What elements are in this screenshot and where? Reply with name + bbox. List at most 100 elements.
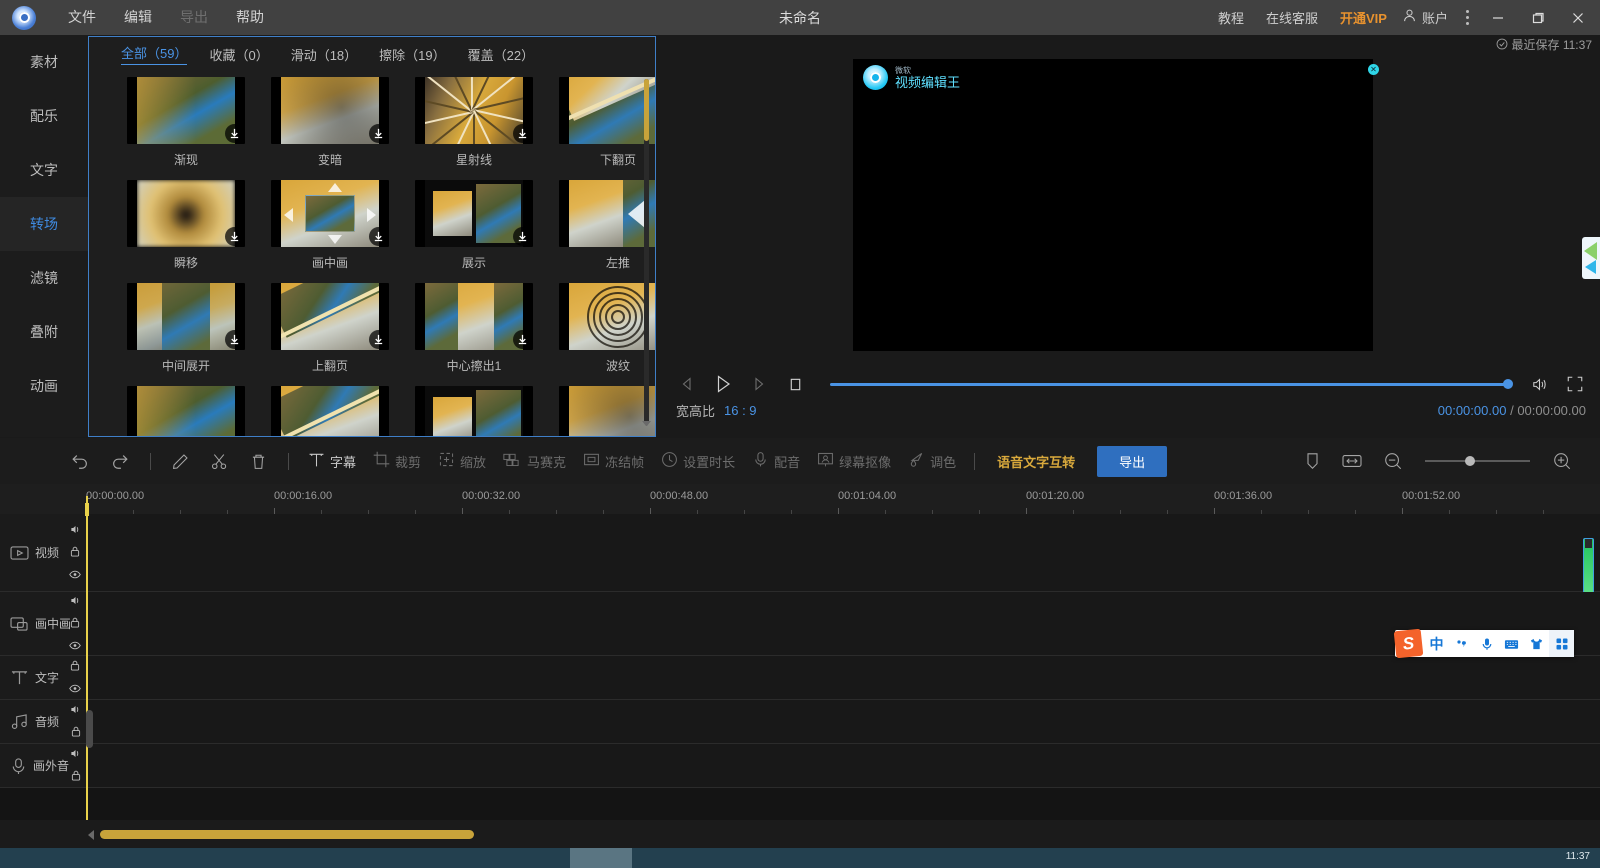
sidebar-item-transitions[interactable]: 转场 — [0, 197, 88, 251]
seek-knob[interactable] — [1503, 379, 1513, 389]
transition-item[interactable] — [121, 386, 251, 436]
scroll-left-arrow-icon[interactable] — [88, 830, 94, 840]
download-icon[interactable] — [513, 330, 532, 349]
transition-item[interactable]: 下翻页 — [553, 77, 655, 168]
transitions-grid-scroll[interactable]: 渐现 变暗 星射线 下翻页 瞬移 画中画 展示 左推 中间展开 上翻页 中心擦出… — [89, 71, 655, 436]
transition-thumbnail[interactable] — [127, 77, 245, 144]
tab-wipe[interactable]: 擦除（19） — [379, 45, 445, 64]
color-grading-tool[interactable]: 调色 — [899, 438, 964, 484]
transition-item[interactable]: 上翻页 — [265, 283, 395, 374]
transition-thumbnail[interactable] — [559, 77, 655, 144]
volume-icon[interactable] — [1528, 373, 1550, 395]
transition-thumbnail[interactable] — [271, 77, 389, 144]
sidebar-item-filters[interactable]: 滤镜 — [0, 251, 88, 305]
zoom-slider-knob[interactable] — [1465, 456, 1475, 466]
track-header[interactable]: 画中画 — [0, 592, 88, 655]
restore-icon[interactable] — [1518, 0, 1558, 35]
keyboard-icon[interactable] — [1499, 630, 1524, 657]
step-backward-icon[interactable] — [676, 373, 698, 395]
volume-icon[interactable] — [70, 702, 81, 720]
transition-item[interactable]: 展示 — [409, 180, 539, 271]
transition-item[interactable] — [409, 386, 539, 436]
transition-item[interactable] — [265, 386, 395, 436]
microphone-icon[interactable] — [1474, 630, 1499, 657]
close-small-icon[interactable]: ✕ — [1368, 64, 1379, 75]
tab-favorites[interactable]: 收藏（0） — [209, 45, 268, 64]
video-preview[interactable]: 微软 视频编辑王 ✕ — [853, 59, 1379, 351]
transition-thumbnail[interactable] — [415, 386, 533, 436]
eye-icon[interactable] — [69, 566, 81, 584]
transition-thumbnail[interactable] — [271, 386, 389, 436]
sidebar-item-music[interactable]: 配乐 — [0, 89, 88, 143]
tab-cover[interactable]: 覆盖（22） — [468, 45, 534, 64]
minimize-icon[interactable] — [1478, 0, 1518, 35]
transition-thumbnail[interactable] — [271, 283, 389, 350]
menu-file[interactable]: 文件 — [54, 0, 110, 35]
timeline-hscrollbar[interactable] — [0, 820, 1600, 848]
transition-thumbnail[interactable] — [559, 386, 655, 436]
sidebar-item-overlays[interactable]: 叠附 — [0, 305, 88, 359]
tab-slide[interactable]: 滑动（18） — [291, 45, 357, 64]
transition-thumbnail[interactable] — [415, 77, 533, 144]
sogou-logo-icon[interactable]: S — [1393, 628, 1424, 659]
track-lane[interactable] — [88, 744, 1600, 787]
menu-export[interactable]: 导出 — [166, 0, 222, 35]
timeline-ruler[interactable]: 00:00:00.00 00:00:16.00 00:00:32.00 00:00:4… — [0, 484, 1600, 514]
download-icon[interactable] — [513, 227, 532, 246]
sidebar-item-media[interactable]: 素材 — [0, 35, 88, 89]
scissors-icon[interactable] — [200, 438, 239, 484]
chinese-mode-icon[interactable]: 中 — [1424, 630, 1449, 657]
timeline-scroll-thumb[interactable] — [100, 830, 474, 839]
transition-item[interactable]: 波纹 — [553, 283, 655, 374]
transition-thumbnail[interactable] — [127, 180, 245, 247]
timeline-zoom-slider[interactable] — [1425, 456, 1530, 466]
track-header[interactable]: 音频 — [0, 700, 88, 743]
lock-icon[interactable] — [71, 768, 81, 786]
aspect-ratio-value[interactable]: 16 : 9 — [724, 403, 757, 418]
transition-item[interactable]: 左推 — [553, 180, 655, 271]
redo-icon[interactable] — [100, 438, 140, 484]
lock-icon[interactable] — [70, 658, 80, 676]
menu-help[interactable]: 帮助 — [222, 0, 278, 35]
download-icon[interactable] — [369, 330, 388, 349]
fit-width-icon[interactable] — [1331, 438, 1373, 484]
download-icon[interactable] — [225, 330, 244, 349]
transition-item[interactable]: 渐现 — [121, 77, 251, 168]
open-vip-link[interactable]: 开通VIP — [1329, 8, 1398, 27]
track-lane[interactable] — [88, 700, 1600, 743]
transition-thumbnail[interactable] — [559, 180, 655, 247]
timeline-clip[interactable] — [1583, 538, 1594, 598]
transition-item[interactable]: 中间展开 — [121, 283, 251, 374]
close-icon[interactable] — [1558, 0, 1598, 35]
transition-item[interactable] — [553, 386, 655, 436]
transition-item[interactable]: 瞬移 — [121, 180, 251, 271]
transition-thumbnail[interactable] — [127, 386, 245, 436]
timeline-track[interactable]: 音频 — [0, 700, 1600, 744]
undo-icon[interactable] — [60, 438, 100, 484]
panel-scrollbar-thumb[interactable] — [644, 79, 649, 141]
crop-tool[interactable]: 裁剪 — [364, 438, 429, 484]
zoom-out-icon[interactable] — [1373, 438, 1413, 484]
set-duration-tool[interactable]: 设置时长 — [652, 438, 743, 484]
seek-slider[interactable] — [830, 379, 1513, 389]
track-header[interactable]: 视频 — [0, 514, 88, 591]
volume-icon[interactable] — [70, 522, 81, 540]
transition-thumbnail[interactable] — [415, 180, 533, 247]
lock-icon[interactable] — [70, 544, 80, 562]
more-vertical-icon[interactable] — [1456, 0, 1478, 35]
lock-icon[interactable] — [71, 724, 81, 742]
track-header[interactable]: 文字 — [0, 656, 88, 699]
trash-icon[interactable] — [239, 438, 278, 484]
marker-icon[interactable] — [1294, 438, 1331, 484]
subtitle-tool[interactable]: 字幕 — [299, 438, 364, 484]
tutorial-link[interactable]: 教程 — [1207, 8, 1255, 27]
playhead-handle[interactable] — [85, 503, 89, 516]
panel-scroll-down-arrow[interactable] — [642, 421, 651, 430]
track-lane[interactable] — [88, 656, 1600, 699]
timeline-track[interactable]: 视频 — [0, 514, 1600, 598]
transition-thumbnail[interactable] — [271, 180, 389, 247]
sidebar-item-text[interactable]: 文字 — [0, 143, 88, 197]
taskbar-active-window[interactable] — [570, 848, 632, 868]
online-support-link[interactable]: 在线客服 — [1255, 8, 1329, 27]
track-lane[interactable] — [88, 592, 1600, 655]
